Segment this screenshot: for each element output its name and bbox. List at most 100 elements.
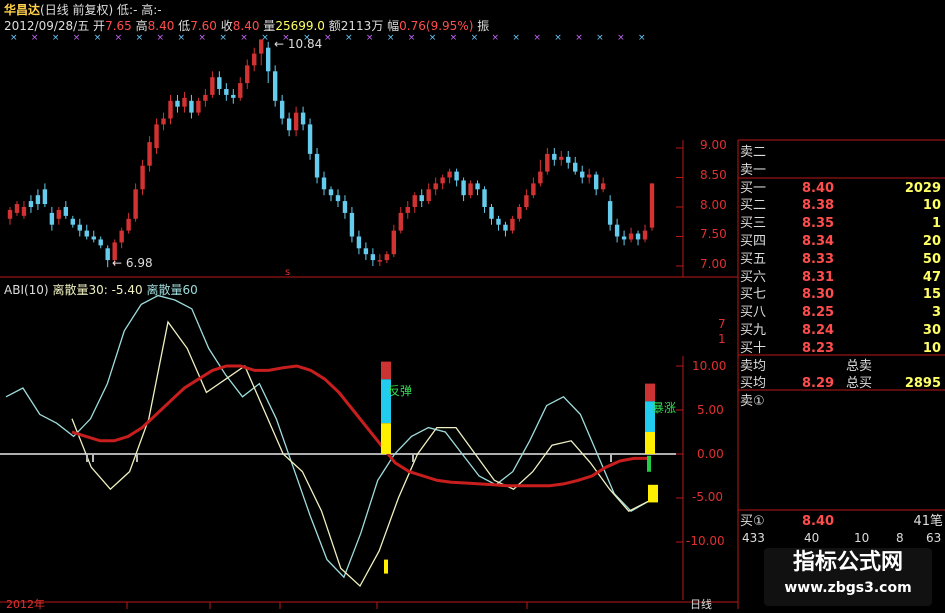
side-tick-label: 1 (718, 332, 726, 346)
candle-body (405, 207, 410, 213)
candle-body (524, 195, 529, 207)
marker: × (638, 33, 646, 43)
marker: × (10, 33, 18, 43)
high-annotation-value: 10.84 (287, 37, 323, 51)
low-label: 低: (117, 3, 134, 17)
candle-body (600, 183, 606, 190)
indicator-tick-label: 10.00 (692, 359, 727, 373)
marker: × (345, 33, 353, 43)
buy-level-4[interactable]: 买四 8.34 20 (738, 233, 945, 251)
candle-body (391, 230, 397, 255)
candle-body (49, 212, 55, 225)
high-value2: 8.40 (147, 19, 175, 33)
candle-body (412, 195, 417, 207)
candle-body (28, 201, 34, 207)
indicator-title-row: ABI(10) 离散量30: -5.40 离散量60 (4, 282, 198, 298)
candle-body (328, 189, 334, 196)
zero-marker (136, 454, 138, 462)
queue-entry: 10 (854, 531, 870, 545)
sell-level-2[interactable]: 卖二 (738, 144, 945, 162)
marker: × (366, 33, 374, 43)
candle-body (7, 209, 13, 219)
candle-body (475, 183, 480, 190)
low-label2: 低 (178, 19, 191, 33)
buy-level-8[interactable]: 买八 8.25 3 (738, 304, 945, 322)
close-label: 收 (220, 19, 233, 33)
indicator-line60-label: 离散量60 (146, 283, 198, 297)
sell-level-1[interactable]: 卖一 (738, 162, 945, 180)
buy-level-3[interactable]: 买三 8.35 1 (738, 215, 945, 233)
candle-body (196, 100, 201, 113)
buy-level-volume: 47 (922, 269, 941, 285)
marker: × (450, 33, 458, 43)
candle-body (510, 218, 515, 231)
buy-level-volume: 10 (922, 198, 941, 214)
avg-buy-value: 8.29 (802, 376, 835, 392)
sell1-queue-label: 卖① (740, 394, 765, 410)
marker: × (219, 33, 227, 43)
candle-body (419, 195, 424, 202)
price-tick-label: 8.50 (700, 168, 727, 182)
buy-level-7[interactable]: 买七 8.30 15 (738, 286, 945, 304)
queue-entry: 40 (804, 531, 820, 545)
buy-level-price: 8.34 (802, 234, 835, 249)
candle-body (35, 195, 41, 205)
change-label: 幅 (387, 19, 400, 33)
candle-body (105, 248, 110, 261)
buy-level-9[interactable]: 买九 8.24 30 (738, 322, 945, 340)
buy1-queue-count: 41笔 (913, 514, 943, 529)
candle-body (621, 236, 627, 240)
buy-level-price: 8.25 (802, 305, 835, 321)
candle-body (496, 218, 501, 225)
signal-bar-red (645, 383, 655, 402)
candle-body (321, 177, 327, 190)
buy-level-volume: 10 (922, 340, 941, 356)
indicator-tick-label: 0.00 (697, 447, 724, 461)
stock-name[interactable]: 华昌达 (4, 3, 40, 17)
avg-sell-label: 卖均 (740, 358, 767, 374)
queue-entry: 433 (742, 531, 765, 545)
buy-level-label: 买十 (740, 340, 767, 356)
price-tick-label: 8.00 (700, 198, 727, 212)
candle-body (642, 230, 648, 240)
close-value: 8.40 (232, 19, 260, 33)
buy-level-label: 买五 (740, 251, 767, 267)
signal-bar-yellow (645, 432, 655, 454)
period-label[interactable]: 日线 (690, 597, 712, 613)
indicator-tick-label: 5.00 (697, 403, 724, 417)
sell1-queue-row[interactable]: 卖① (738, 393, 945, 411)
signal-bar-yellow (384, 559, 388, 574)
buy-level-2[interactable]: 买二 8.38 10 (738, 197, 945, 215)
candle-body (649, 183, 655, 228)
change-value: 0.76(9.95%) (399, 19, 474, 33)
buy-level-5[interactable]: 买五 8.33 50 (738, 251, 945, 269)
candle-body (461, 180, 466, 196)
buy1-queue-detail: 433 40 10 8 63 (738, 530, 945, 548)
buy-level-6[interactable]: 买六 8.31 47 (738, 269, 945, 287)
line60-series (5, 294, 649, 579)
marker: × (324, 33, 332, 43)
buy-level-price: 8.40 (802, 180, 835, 196)
buy-level-10[interactable]: 买十 8.23 10 (738, 340, 945, 358)
buy1-queue-label: 买① (740, 514, 765, 529)
candle-body (307, 124, 313, 154)
buy1-queue-row[interactable]: 买① 8.40 41笔 (738, 513, 945, 531)
indicator-name[interactable]: ABI(10) (4, 283, 49, 297)
candle-body (531, 183, 536, 196)
candle-body (77, 224, 82, 231)
marker: × (554, 33, 562, 43)
buy-level-1[interactable]: 买一 8.40 2029 (738, 180, 945, 198)
signal-bar-yellow (648, 484, 658, 503)
buy-level-volume: 15 (922, 287, 941, 303)
high-label: 高: (141, 3, 158, 17)
candle-body (21, 207, 27, 216)
candle-body (272, 71, 278, 101)
marker: × (512, 33, 520, 43)
candle-body (119, 230, 124, 243)
open-label: 开 (93, 19, 106, 33)
marker: × (198, 33, 206, 43)
price-tick-label: 7.50 (700, 227, 727, 241)
buy-level-label: 买四 (740, 234, 767, 249)
candle-body (175, 100, 180, 107)
candle-body (607, 201, 613, 225)
